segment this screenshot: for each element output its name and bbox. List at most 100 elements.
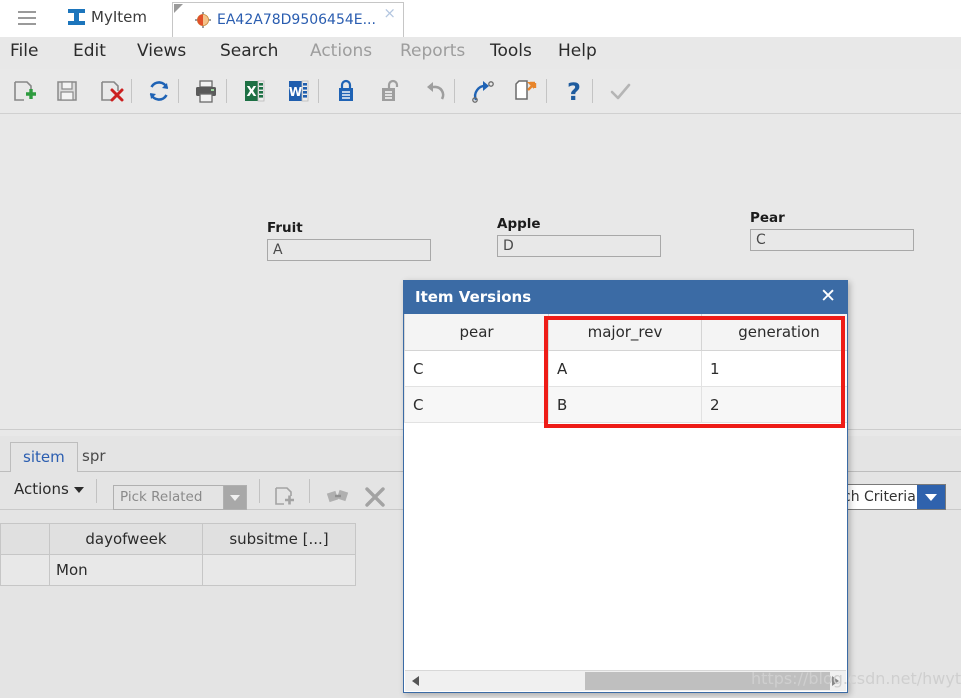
field-apple-input[interactable] bbox=[497, 235, 661, 257]
remove-row-icon[interactable] bbox=[362, 484, 388, 510]
toolbar-separator bbox=[226, 79, 227, 103]
hamburger-menu-icon[interactable] bbox=[18, 11, 36, 25]
toolbar-separator bbox=[546, 79, 547, 103]
cell-pear[interactable]: C bbox=[404, 386, 549, 423]
pick-related-dropdown[interactable]: Pick Related bbox=[113, 485, 247, 510]
app-title: MyItem bbox=[91, 8, 147, 26]
toolbar-separator bbox=[178, 79, 179, 103]
cell-major-rev[interactable]: B bbox=[548, 386, 702, 423]
print-button[interactable] bbox=[192, 77, 220, 105]
item-versions-grid: pear major_rev generation C A 1 C B 2 bbox=[404, 314, 847, 423]
menu-file[interactable]: File bbox=[10, 41, 38, 61]
close-icon[interactable]: × bbox=[383, 6, 396, 21]
scroll-left-arrow-icon[interactable] bbox=[407, 671, 424, 691]
menu-actions: Actions bbox=[310, 41, 373, 61]
chevron-down-icon bbox=[73, 486, 84, 493]
menu-reports: Reports bbox=[400, 41, 466, 61]
copy-item-button[interactable] bbox=[512, 77, 540, 105]
column-header-major-rev[interactable]: major_rev bbox=[548, 314, 702, 351]
dialog-title: Item Versions bbox=[415, 288, 532, 306]
hamburger-line bbox=[18, 11, 36, 13]
cell-select[interactable] bbox=[0, 554, 50, 586]
scrollbar-thumb[interactable] bbox=[585, 672, 830, 690]
field-pear-input[interactable] bbox=[750, 229, 914, 251]
table-row[interactable]: Mon bbox=[0, 554, 356, 586]
field-apple: Apple bbox=[497, 216, 661, 257]
sitem-grid-table: dayofweek subsitme [...] Mon bbox=[0, 523, 356, 586]
chevron-down-icon[interactable] bbox=[223, 486, 246, 509]
sidebar-item-spr[interactable]: spr bbox=[70, 442, 118, 472]
panel-toolbar-separator bbox=[259, 479, 260, 503]
delete-button[interactable] bbox=[97, 77, 125, 105]
main-toolbar: X W ? bbox=[0, 69, 961, 114]
field-pear-label: Pear bbox=[750, 210, 785, 226]
dialog-titlebar[interactable]: Item Versions ✕ bbox=[404, 281, 847, 314]
document-sphere-icon bbox=[195, 12, 211, 28]
menu-edit[interactable]: Edit bbox=[73, 41, 106, 61]
panel-toolbar-separator bbox=[96, 479, 97, 503]
cell-major-rev[interactable]: A bbox=[548, 350, 702, 387]
app-logo: MyItem bbox=[68, 8, 147, 26]
undo-button[interactable] bbox=[421, 77, 449, 105]
toolbar-separator bbox=[454, 79, 455, 103]
document-tab[interactable]: EA42A78D9506454E... × bbox=[172, 2, 404, 37]
svg-text:?: ? bbox=[567, 78, 581, 105]
cell-generation[interactable]: 2 bbox=[701, 386, 847, 423]
export-word-button[interactable]: W bbox=[284, 77, 312, 105]
column-header-dayofweek[interactable]: dayofweek bbox=[49, 523, 203, 555]
hamburger-line bbox=[18, 23, 36, 25]
export-excel-button[interactable]: X bbox=[240, 77, 268, 105]
lock-button[interactable] bbox=[332, 77, 360, 105]
field-pear: Pear bbox=[750, 210, 914, 251]
menu-help[interactable]: Help bbox=[558, 41, 597, 61]
table-row[interactable]: C B 2 bbox=[404, 386, 847, 423]
sidebar-item-sitem[interactable]: sitem bbox=[10, 442, 78, 472]
table-row[interactable]: C A 1 bbox=[404, 350, 847, 387]
pick-related-placeholder: Pick Related bbox=[120, 489, 203, 505]
window-tab-strip: MyItem EA42A78D9506454E... × bbox=[0, 0, 961, 38]
menu-tools[interactable]: Tools bbox=[490, 41, 532, 61]
dialog-horizontal-scrollbar[interactable] bbox=[405, 670, 846, 691]
column-header-select[interactable] bbox=[0, 523, 50, 555]
document-tab-label: EA42A78D9506454E... bbox=[217, 12, 376, 28]
cell-pear[interactable]: C bbox=[404, 350, 549, 387]
save-button[interactable] bbox=[53, 77, 81, 105]
unlock-button[interactable] bbox=[376, 77, 404, 105]
menu-views[interactable]: Views bbox=[137, 41, 186, 61]
new-item-button[interactable] bbox=[10, 77, 38, 105]
actions-dropdown-button[interactable]: Actions bbox=[14, 480, 84, 498]
scroll-right-arrow-icon[interactable] bbox=[827, 671, 844, 691]
table-header-row: pear major_rev generation bbox=[404, 314, 847, 351]
menubar: File Edit Views Search Actions Reports T… bbox=[0, 37, 961, 70]
close-icon[interactable]: ✕ bbox=[820, 287, 836, 306]
menu-search[interactable]: Search bbox=[220, 41, 278, 61]
help-button[interactable]: ? bbox=[560, 77, 588, 106]
column-header-subsitme[interactable]: subsitme [...] bbox=[202, 523, 356, 555]
add-row-icon[interactable] bbox=[272, 484, 298, 510]
actions-label: Actions bbox=[14, 480, 69, 498]
hamburger-line bbox=[18, 17, 36, 19]
chevron-down-icon[interactable] bbox=[917, 485, 945, 509]
cell-dayofweek[interactable]: Mon bbox=[49, 554, 203, 586]
field-fruit-input[interactable] bbox=[267, 239, 431, 261]
column-header-generation[interactable]: generation bbox=[701, 314, 847, 351]
ibeam-logo-icon bbox=[68, 8, 85, 26]
search-criteria-dropdown[interactable]: ch Criteria bbox=[836, 484, 946, 510]
toolbar-separator bbox=[131, 79, 132, 103]
field-apple-label: Apple bbox=[497, 216, 541, 232]
column-header-pear[interactable]: pear bbox=[404, 314, 549, 351]
relate-icon[interactable] bbox=[325, 484, 351, 510]
refresh-button[interactable] bbox=[145, 77, 173, 105]
panel-toolbar-separator bbox=[309, 479, 310, 503]
field-fruit: Fruit bbox=[267, 220, 431, 261]
svg-text:W: W bbox=[289, 85, 302, 99]
cell-generation[interactable]: 1 bbox=[701, 350, 847, 387]
cell-subsitme[interactable] bbox=[202, 554, 356, 586]
field-fruit-label: Fruit bbox=[267, 220, 303, 236]
search-criteria-label: ch Criteria bbox=[843, 489, 916, 505]
toolbar-separator bbox=[592, 79, 593, 103]
table-header-row: dayofweek subsitme [...] bbox=[0, 523, 356, 555]
svg-text:X: X bbox=[246, 85, 256, 100]
item-versions-dialog: Item Versions ✕ pear major_rev generatio… bbox=[403, 280, 848, 693]
redo-button[interactable] bbox=[468, 77, 496, 105]
